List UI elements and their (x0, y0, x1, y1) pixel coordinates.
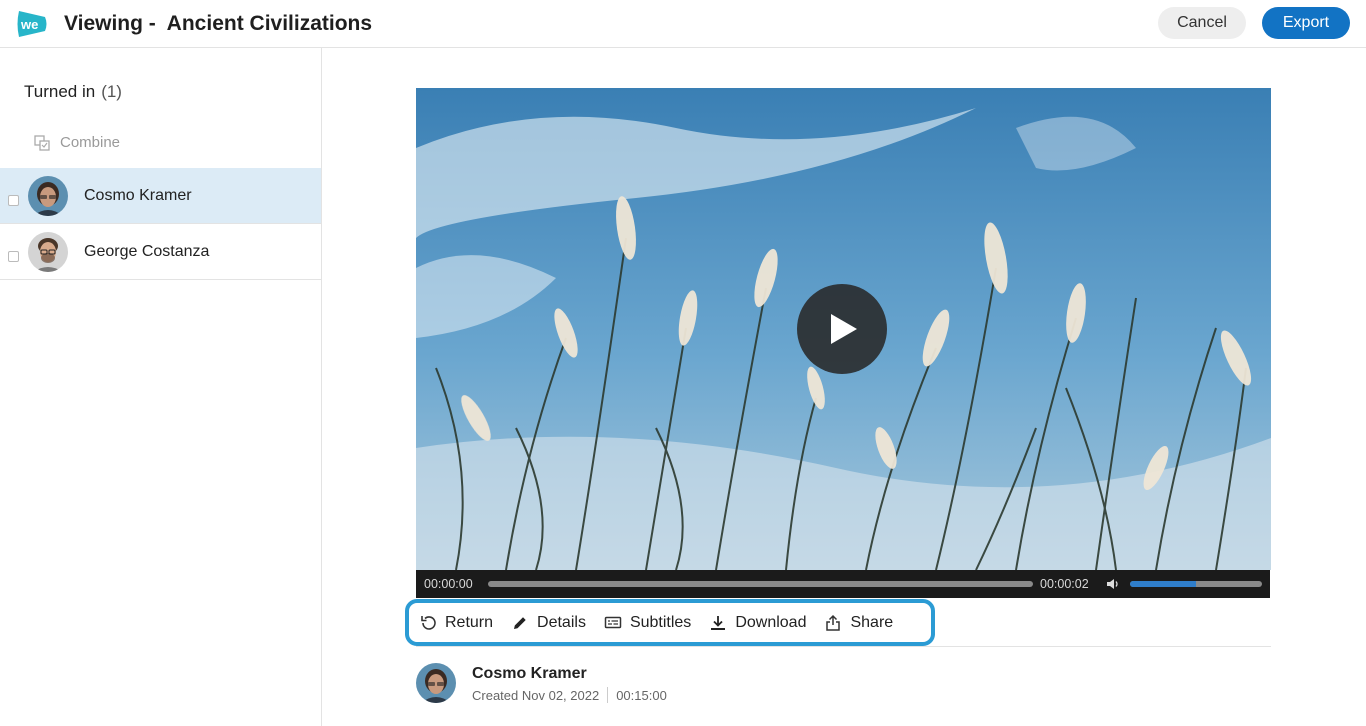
turned-in-heading: Turned in (1) (24, 82, 122, 102)
combine-label: Combine (60, 134, 121, 151)
return-button[interactable]: Return (419, 614, 493, 632)
avatar (28, 176, 68, 216)
play-icon (831, 314, 857, 344)
details-label: Details (537, 613, 586, 631)
page-title: Viewing - Ancient Civilizations (64, 12, 373, 35)
student-list: Cosmo Kramer George Costanza (0, 168, 321, 280)
svg-text:we: we (20, 17, 38, 32)
student-name: Cosmo Kramer (84, 187, 192, 204)
video-controls: 00:00:00 00:00:02 (416, 570, 1270, 598)
volume-slider[interactable] (1130, 581, 1262, 587)
download-button[interactable]: Download (709, 614, 806, 632)
return-label: Return (445, 613, 494, 631)
subtitles-icon (604, 616, 622, 628)
student-row-cosmo-kramer[interactable]: Cosmo Kramer (0, 168, 321, 224)
video-action-toolbar: Return Details Subtitles Download Share (405, 599, 935, 646)
details-button[interactable]: Details (511, 614, 586, 632)
video-meta: Created Nov 02, 2022 00:15:00 (472, 687, 667, 703)
volume-icon[interactable] (1106, 577, 1120, 591)
combine-icon (34, 134, 50, 151)
volume-slider-fill (1130, 581, 1196, 587)
turned-in-label: Turned in (24, 82, 96, 101)
meta-separator (607, 687, 609, 703)
created-date: Created Nov 02, 2022 (472, 687, 600, 703)
avatar (28, 232, 68, 272)
share-icon (826, 614, 841, 631)
student-name: George Costanza (84, 243, 210, 260)
author-name: Cosmo Kramer (472, 665, 587, 682)
wevideo-logo-icon[interactable]: we (16, 9, 48, 39)
sidebar: Turned in (1) Combine Cosmo Kramer Georg… (0, 48, 322, 726)
author-avatar (416, 663, 456, 703)
subtitles-label: Subtitles (629, 613, 692, 631)
combine-button[interactable]: Combine (34, 134, 120, 151)
pencil-icon (514, 616, 526, 629)
download-label: Download (735, 613, 807, 631)
video-length: 00:15:00 (616, 687, 667, 703)
header: we Viewing - Ancient Civilizations Cance… (0, 0, 1366, 48)
turned-in-count: (1) (101, 82, 122, 101)
play-button[interactable] (797, 284, 887, 374)
duration: 00:00:02 (1040, 577, 1089, 591)
export-button[interactable]: Export (1262, 7, 1350, 39)
current-time: 00:00:00 (424, 577, 473, 591)
undo-icon (421, 615, 436, 630)
seek-bar[interactable] (488, 581, 1033, 587)
download-icon (711, 615, 726, 630)
student-checkbox[interactable] (8, 251, 19, 262)
divider (416, 646, 1271, 647)
share-button[interactable]: Share (824, 614, 893, 632)
student-checkbox[interactable] (8, 195, 19, 206)
student-row-george-costanza[interactable]: George Costanza (0, 224, 321, 280)
cancel-button[interactable]: Cancel (1158, 7, 1246, 39)
share-label: Share (850, 613, 894, 631)
subtitles-button[interactable]: Subtitles (604, 614, 691, 632)
